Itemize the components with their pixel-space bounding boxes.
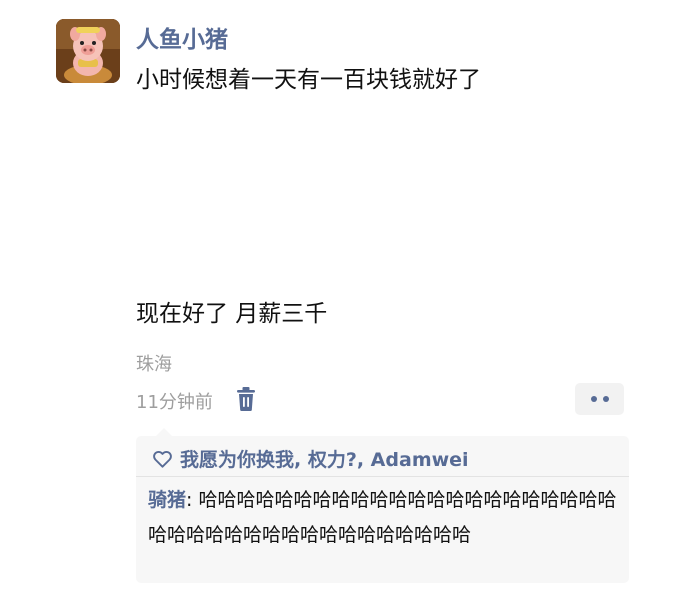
more-dots-icon [602,396,609,402]
likes-names[interactable]: 我愿为你换我, 权力?, Adamwei [180,445,469,472]
comment-item[interactable]: 骑猪: 哈哈哈哈哈哈哈哈哈哈哈哈哈哈哈哈哈哈哈哈哈哈哈哈哈哈哈哈哈哈哈哈哈哈哈哈… [148,483,618,553]
likes-row: 我愿为你换我, 权力?, Adamwei [152,445,469,472]
post-time: 11分钟前 [136,392,213,413]
comment-separator: : [186,489,199,511]
heart-icon [153,450,172,468]
comment-text: 哈哈哈哈哈哈哈哈哈哈哈哈哈哈哈哈哈哈哈哈哈哈哈哈哈哈哈哈哈哈哈哈哈哈哈哈哈哈哈 [148,489,617,546]
avatar[interactable] [56,19,120,83]
pig-avatar-icon [56,19,120,83]
post-author-name[interactable]: 人鱼小猪 [136,20,228,54]
trash-icon[interactable] [234,386,258,412]
comment-author[interactable]: 骑猪 [148,489,186,511]
divider [136,476,629,477]
post-text-line-2: 现在好了 月薪三千 [136,301,328,327]
post-location[interactable]: 珠海 [136,350,172,376]
more-actions-button[interactable] [575,383,624,415]
likes-comments-panel: 我愿为你换我, 权力?, Adamwei 骑猪: 哈哈哈哈哈哈哈哈哈哈哈哈哈哈哈… [136,428,629,583]
post-text-line-1: 小时候想着一天有一百块钱就好了 [136,67,481,93]
more-dots-icon [590,396,597,402]
